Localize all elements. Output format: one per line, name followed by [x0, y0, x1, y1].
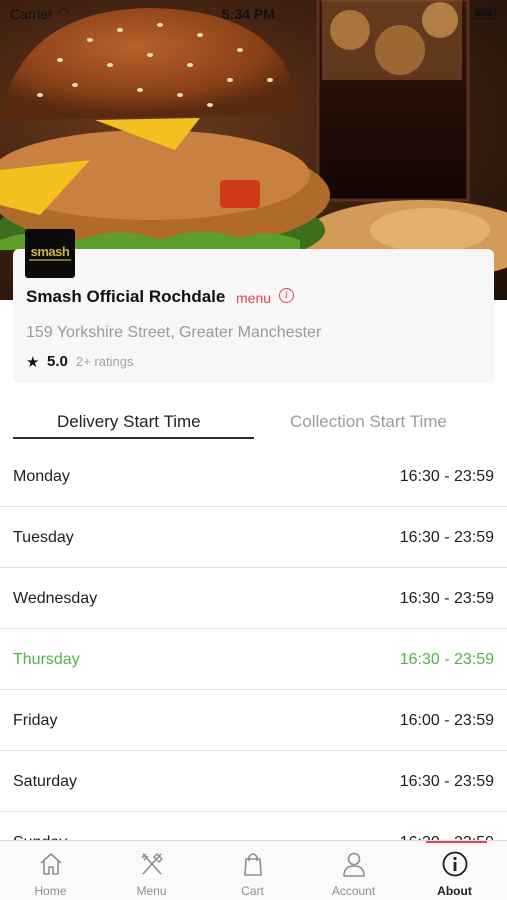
- day-label: Friday: [13, 712, 58, 729]
- day-label: Saturday: [13, 773, 78, 790]
- rating-value: 5.0: [47, 353, 68, 370]
- info-icon: [442, 851, 468, 877]
- restaurant-name: Smash Official Rochdale: [26, 287, 226, 306]
- wifi-icon: ◠: [58, 5, 70, 20]
- schedule-row: Monday 16:30 - 23:59: [0, 446, 507, 507]
- hours-label: 16:30 - 23:59: [399, 529, 494, 546]
- bottom-tab-bar: Home Menu Cart Account About: [0, 840, 507, 900]
- tab-label: Account: [331, 884, 376, 898]
- clock: 5:34 PM: [222, 6, 275, 22]
- tab-menu[interactable]: Menu: [101, 841, 202, 900]
- active-tab-indicator: [13, 437, 254, 439]
- schedule-row: Wednesday 16:30 - 23:59: [0, 568, 507, 629]
- restaurant-address: 159 Yorkshire Street, Greater Manchester: [26, 324, 322, 341]
- star-icon: ★: [26, 354, 40, 371]
- schedule-row: Saturday 16:30 - 23:59: [0, 751, 507, 812]
- carrier-label: Carrier: [10, 6, 53, 22]
- hours-label: 16:30 - 23:59: [399, 773, 494, 790]
- day-label: Thursday: [13, 651, 80, 668]
- schedule-row: Tuesday 16:30 - 23:59: [0, 507, 507, 568]
- tab-cart[interactable]: Cart: [202, 841, 303, 900]
- info-icon[interactable]: i: [279, 288, 294, 303]
- tab-label: Menu: [136, 884, 167, 898]
- tab-collection-start-time[interactable]: Collection Start Time: [290, 412, 447, 432]
- ratings-count: 2+ ratings: [76, 354, 134, 369]
- shopping-bag-icon: [244, 853, 262, 876]
- schedule-row-today: Thursday 16:30 - 23:59: [0, 629, 507, 690]
- hours-label: 16:00 - 23:59: [399, 712, 494, 729]
- home-icon: [40, 853, 62, 875]
- menu-link[interactable]: menu: [236, 290, 271, 306]
- hours-label: 16:30 - 23:59: [399, 651, 494, 668]
- schedule-row: Sunday 16:30 - 23:59: [0, 812, 507, 842]
- restaurant-logo: smash: [25, 229, 75, 278]
- battery-icon: [474, 9, 496, 19]
- day-label: Monday: [13, 468, 70, 485]
- fork-knife-icon: [141, 853, 163, 875]
- tab-account[interactable]: Account: [303, 841, 404, 900]
- tab-home[interactable]: Home: [0, 841, 101, 900]
- day-label: Tuesday: [13, 529, 74, 546]
- status-bar: Carrier ◠ 5:34 PM: [0, 0, 507, 28]
- tab-label: About: [437, 884, 472, 898]
- tab-delivery-start-time[interactable]: Delivery Start Time: [57, 412, 201, 432]
- hours-label: 16:30 - 23:59: [399, 468, 494, 485]
- tab-label: Home: [34, 884, 67, 898]
- hours-label: 16:30 - 23:59: [399, 590, 494, 607]
- schedule-row: Friday 16:00 - 23:59: [0, 690, 507, 751]
- tab-about[interactable]: About: [404, 841, 505, 900]
- day-label: Wednesday: [13, 590, 98, 607]
- tab-label: Cart: [241, 884, 264, 898]
- user-icon: [343, 852, 365, 877]
